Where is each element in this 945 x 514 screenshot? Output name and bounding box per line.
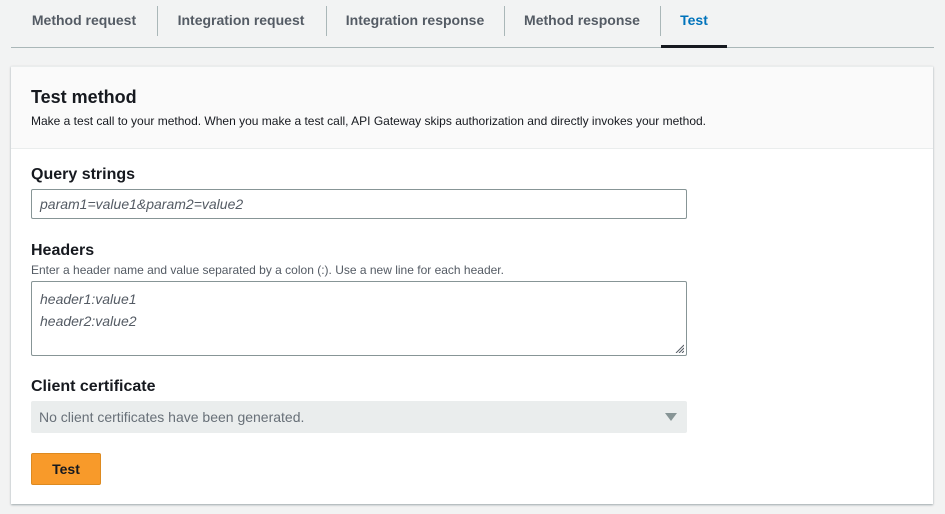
client-certificate-label: Client certificate [31,378,156,395]
tab-integration-request[interactable]: Integration request [166,0,316,40]
panel-header: Test method Make a test call to your met… [11,67,933,149]
header-line: header1:value1 [40,291,137,307]
test-button[interactable]: Test [31,453,101,485]
headers-textarea[interactable]: header1:value1 header2:value2 [31,281,687,356]
header-line: header2:value2 [40,313,137,329]
panel-description: Make a test call to your method. When yo… [31,114,706,128]
tab-integration-response[interactable]: Integration response [335,0,495,40]
tab-method-response[interactable]: Method response [513,0,651,40]
caret-down-icon [665,413,677,421]
tab-baseline [11,47,934,48]
client-certificate-select[interactable]: No client certificates have been generat… [31,401,687,433]
headers-hint: Enter a header name and value separated … [31,263,504,277]
query-strings-input[interactable]: param1=value1&param2=value2 [31,189,687,219]
headers-label: Headers [31,242,95,259]
test-method-panel: Test method Make a test call to your met… [11,66,933,504]
tab-test[interactable]: Test [661,0,727,40]
tab-method-request[interactable]: Method request [21,0,147,40]
client-certificate-value: No client certificates have been generat… [39,409,305,425]
tab-bar: Method request Integration request Integ… [0,0,945,48]
tab-divider [504,6,505,36]
query-strings-label: Query strings [31,166,136,183]
tab-divider [326,6,327,36]
resize-grip-icon[interactable] [674,343,684,353]
panel-title: Test method [31,87,137,107]
tab-divider [157,6,158,36]
active-tab-indicator [661,45,727,48]
